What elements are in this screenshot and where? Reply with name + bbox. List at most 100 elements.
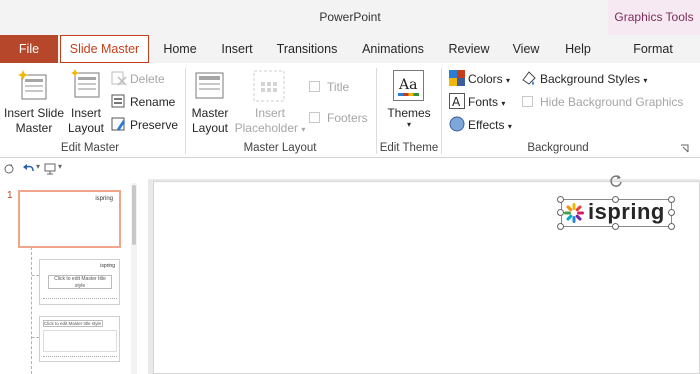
footers-checkbox[interactable]	[309, 112, 320, 123]
layout-thumbnail[interactable]: ispring Click to edit Master title style	[39, 259, 120, 305]
background-styles-label: Background Styles	[540, 72, 641, 86]
resize-handle-ne[interactable]	[668, 196, 675, 203]
thumbnail-scrollbar[interactable]	[131, 183, 137, 374]
tab-format[interactable]: Format	[615, 35, 691, 63]
background-styles-button[interactable]: Background Styles ▾	[540, 72, 647, 86]
insert-slide-master-icon	[18, 70, 47, 100]
preserve-button[interactable]: Preserve	[130, 118, 178, 132]
undo-dropdown-icon[interactable]: ▾	[36, 162, 40, 171]
fonts-label: Fonts	[468, 95, 499, 109]
insert-placeholder-icon	[253, 70, 285, 102]
layout-thumbnail[interactable]: Click to edit Master title style	[39, 316, 120, 362]
tab-review[interactable]: Review	[443, 35, 495, 63]
layout-thumbnail-footer-line	[43, 298, 117, 299]
layout-thumbnail-logo: ispring	[100, 263, 115, 269]
edit-theme-group-label: Edit Theme	[379, 142, 439, 154]
dropdown-arrow-icon: ▾	[301, 125, 306, 134]
thumbnail-logo: ispring	[95, 196, 113, 202]
app-title: PowerPoint	[319, 10, 381, 24]
effects-button[interactable]: Effects ▾	[468, 118, 512, 132]
thumbnail-scrollbar-thumb[interactable]	[132, 185, 136, 245]
layout-connector-branch	[32, 337, 39, 338]
tab-insert[interactable]: Insert	[214, 35, 260, 63]
ispring-logo-text: ispring	[588, 199, 665, 224]
start-from-beginning-icon[interactable]	[44, 163, 56, 175]
resize-handle-nw[interactable]	[557, 196, 564, 203]
insert-slide-master-button[interactable]: Insert Slide Master	[2, 106, 66, 136]
master-layout-line1: Master	[191, 106, 229, 120]
insert-placeholder-button[interactable]: Insert Placeholder ▾	[232, 106, 308, 137]
master-layout-icon	[195, 72, 224, 99]
rotate-handle-icon[interactable]	[609, 173, 623, 187]
insert-placeholder-line2-text: Placeholder	[234, 121, 298, 135]
title-checkbox[interactable]	[309, 81, 320, 92]
preserve-icon	[111, 117, 125, 131]
effects-icon	[449, 116, 465, 132]
dropdown-arrow-icon: ▾	[507, 122, 512, 131]
dropdown-arrow-icon: ▾	[643, 76, 648, 85]
dropdown-arrow-icon: ▾	[506, 76, 511, 85]
fonts-button[interactable]: Fonts ▾	[468, 95, 505, 109]
resize-handle-e[interactable]	[668, 209, 675, 216]
themes-button[interactable]: Themes	[382, 106, 436, 120]
tab-animations[interactable]: Animations	[353, 35, 433, 63]
themes-dropdown-icon[interactable]: ▾	[403, 120, 415, 129]
customize-qat-icon[interactable]: ▾	[58, 162, 62, 171]
master-layout-group-label: Master Layout	[243, 142, 317, 154]
master-layout-button[interactable]: Master Layout	[186, 106, 234, 136]
insert-layout-button[interactable]: Insert Layout	[64, 106, 108, 136]
hide-background-graphics-checkbox[interactable]	[522, 96, 533, 107]
ispring-logo-mark-icon	[564, 203, 584, 223]
master-layout-line2: Layout	[191, 121, 229, 135]
layout-thumbnail-title: Click to edit Master title style	[43, 320, 103, 327]
themes-icon: Aa	[393, 70, 424, 101]
footers-checkbox-label: Footers	[327, 111, 368, 125]
tab-view[interactable]: View	[505, 35, 547, 63]
graphics-tools-label: Graphics Tools	[614, 10, 694, 24]
layout-connector	[31, 247, 32, 374]
svg-text:A: A	[452, 95, 461, 109]
resize-handle-s[interactable]	[612, 223, 619, 230]
autosave-icon[interactable]	[4, 164, 14, 174]
dropdown-arrow-icon: ▾	[501, 99, 506, 108]
hide-background-graphics-label: Hide Background Graphics	[540, 95, 684, 109]
insert-slide-master-line1: Insert Slide	[3, 106, 65, 120]
background-styles-icon	[522, 71, 536, 85]
insert-placeholder-line2: Placeholder ▾	[232, 121, 308, 137]
delete-icon	[111, 71, 127, 86]
colors-button[interactable]: Colors ▾	[468, 72, 510, 86]
insert-placeholder-line1: Insert	[254, 106, 285, 120]
themes-icon-glyph: Aa	[399, 77, 418, 93]
background-group-label: Background	[527, 142, 589, 154]
tab-file[interactable]: File	[0, 35, 58, 63]
resize-handle-se[interactable]	[668, 223, 675, 230]
dialog-launcher-icon[interactable]	[680, 144, 689, 153]
quick-access-toolbar	[0, 159, 700, 179]
rename-button[interactable]: Rename	[130, 95, 175, 109]
resize-handle-sw[interactable]	[557, 223, 564, 230]
title-checkbox-label: Title	[327, 80, 350, 94]
insert-layout-line1: Insert	[70, 106, 101, 120]
slide-number: 1	[7, 190, 13, 201]
resize-handle-n[interactable]	[612, 196, 619, 203]
layout-thumbnail-footer-line	[43, 356, 117, 357]
delete-button[interactable]: Delete	[130, 72, 165, 86]
colors-label: Colors	[468, 72, 503, 86]
slide-master-thumbnail[interactable]: ispring	[18, 190, 121, 248]
tab-transitions[interactable]: Transitions	[270, 35, 344, 63]
layout-connector-branch	[32, 275, 39, 276]
layout-thumbnail-title: Click to edit Master title style	[48, 275, 112, 289]
tab-slide-master[interactable]: Slide Master	[60, 35, 149, 63]
fonts-icon: A	[449, 93, 465, 109]
themes-palette-strip	[398, 93, 419, 96]
rename-icon	[111, 94, 125, 108]
insert-layout-line2: Layout	[67, 121, 105, 135]
undo-icon[interactable]	[22, 164, 36, 174]
effects-label: Effects	[468, 118, 505, 132]
layout-thumbnail-content	[43, 330, 117, 352]
insert-layout-icon	[71, 69, 100, 98]
resize-handle-w[interactable]	[557, 209, 564, 216]
tab-help[interactable]: Help	[557, 35, 599, 63]
insert-slide-master-line2: Master	[15, 121, 53, 135]
tab-home[interactable]: Home	[155, 35, 205, 63]
